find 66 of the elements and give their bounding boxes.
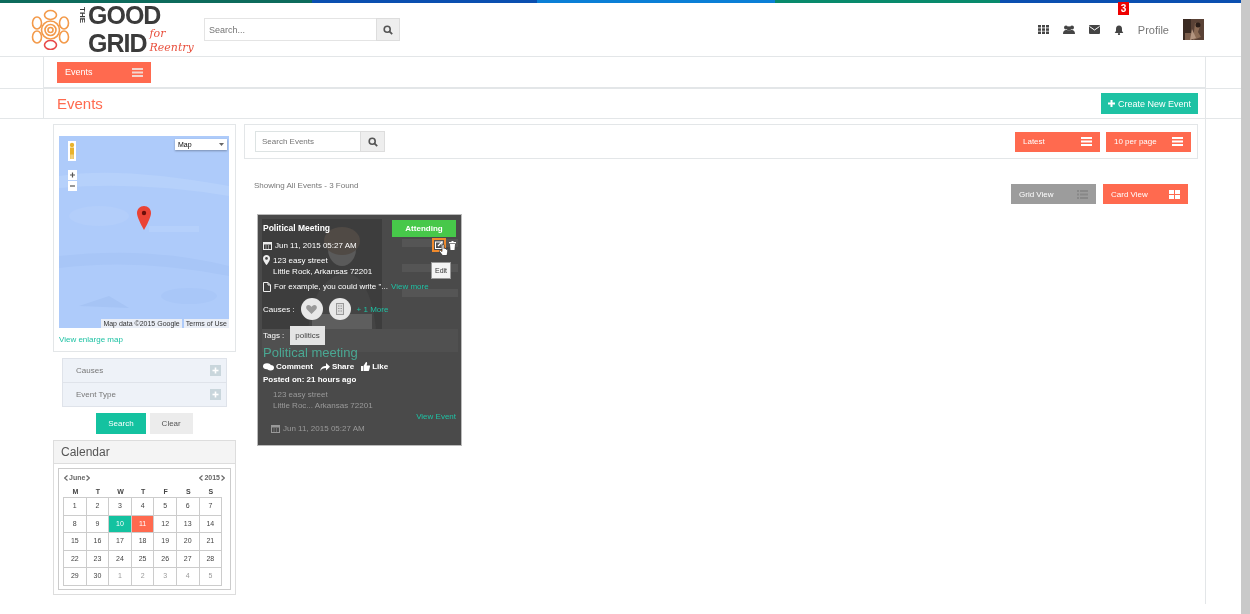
thumbs-up-icon xyxy=(361,362,371,371)
event-title: Political Meeting xyxy=(263,222,331,235)
bell-icon[interactable] xyxy=(1113,24,1124,35)
more-causes-link[interactable]: + 1 More xyxy=(356,302,389,316)
search-field[interactable]: Search Events xyxy=(255,131,360,152)
chevron-left-icon[interactable] xyxy=(199,474,204,481)
menu-icon xyxy=(132,67,143,77)
cards-icon xyxy=(1169,189,1180,199)
search-icon xyxy=(367,136,378,147)
building-icon xyxy=(335,303,344,315)
tags-label: Tags : xyxy=(263,330,285,342)
search-icon xyxy=(383,24,393,35)
location-pin-icon xyxy=(263,255,270,265)
page-title: Events xyxy=(57,95,103,112)
tag-chip[interactable]: politics xyxy=(290,326,325,345)
speech-bubbles-icon xyxy=(263,362,274,371)
panel-title: Calendar xyxy=(54,441,235,464)
logo-tagline: for Reentry xyxy=(149,27,194,55)
logo-text: GRID xyxy=(88,32,147,55)
faded-event-title: Political meeting xyxy=(263,345,359,360)
hand-cursor-icon xyxy=(439,244,448,256)
caret-icon xyxy=(219,143,224,146)
envelope-icon[interactable] xyxy=(1088,25,1100,34)
apps-grid-icon[interactable] xyxy=(1037,25,1049,34)
filter-row[interactable]: Causes xyxy=(63,359,226,383)
menu-icon xyxy=(1081,137,1092,146)
logo-text: GOOD xyxy=(88,4,162,27)
map-pin-icon xyxy=(137,206,151,230)
result-summary: Showing All Events - 3 Found xyxy=(254,181,360,190)
document-icon xyxy=(263,281,271,292)
chevron-right-icon[interactable] xyxy=(86,474,91,481)
faded-address: Little Roc... Arkansas 72201 xyxy=(273,400,374,411)
scrollbar[interactable] xyxy=(1241,0,1250,614)
faded-address: 123 easy street xyxy=(273,389,329,400)
clear-button[interactable]: Clear xyxy=(149,413,193,434)
view-more-link[interactable]: View more xyxy=(391,280,429,293)
event-date: Jun 11, 2015 05:27 AM xyxy=(275,239,357,252)
comment-button[interactable]: Comment xyxy=(263,360,313,373)
profile-link[interactable]: Profile xyxy=(1137,23,1169,36)
trash-icon[interactable] xyxy=(449,240,456,250)
event-address: 123 easy street xyxy=(273,255,329,266)
calendar-icon xyxy=(263,240,272,250)
menu-icon xyxy=(1172,137,1183,146)
search-button[interactable] xyxy=(360,131,385,152)
chevron-left-icon[interactable] xyxy=(64,474,68,481)
share-button[interactable]: Share xyxy=(319,360,355,373)
plus-icon xyxy=(1107,100,1115,107)
posted-time: Posted on: 21 hours ago xyxy=(263,374,358,386)
view-event-link[interactable]: View Event xyxy=(416,411,456,422)
search-field[interactable]: Search... xyxy=(204,18,376,41)
search-button[interactable] xyxy=(376,18,400,41)
calendar-icon xyxy=(271,424,280,433)
like-button[interactable]: Like xyxy=(361,360,389,373)
people-icon[interactable] xyxy=(1062,24,1075,35)
event-address: Little Rock, Arkansas 72201 xyxy=(273,266,373,277)
flower-logo-icon xyxy=(30,9,71,50)
edit-icon xyxy=(435,241,443,249)
causes-label: Causes : xyxy=(263,303,295,316)
event-description: For example, you could write "... xyxy=(274,281,388,293)
zoom-in-icon[interactable] xyxy=(68,170,77,180)
faded-date: Jun 11, 2015 05:27 AM xyxy=(283,423,365,435)
filter-row[interactable]: Event Type xyxy=(63,383,226,406)
chevron-right-icon[interactable] xyxy=(221,474,225,481)
share-arrow-icon xyxy=(319,362,330,371)
heart-icon xyxy=(306,304,318,314)
logo-text: THE xyxy=(77,7,87,23)
